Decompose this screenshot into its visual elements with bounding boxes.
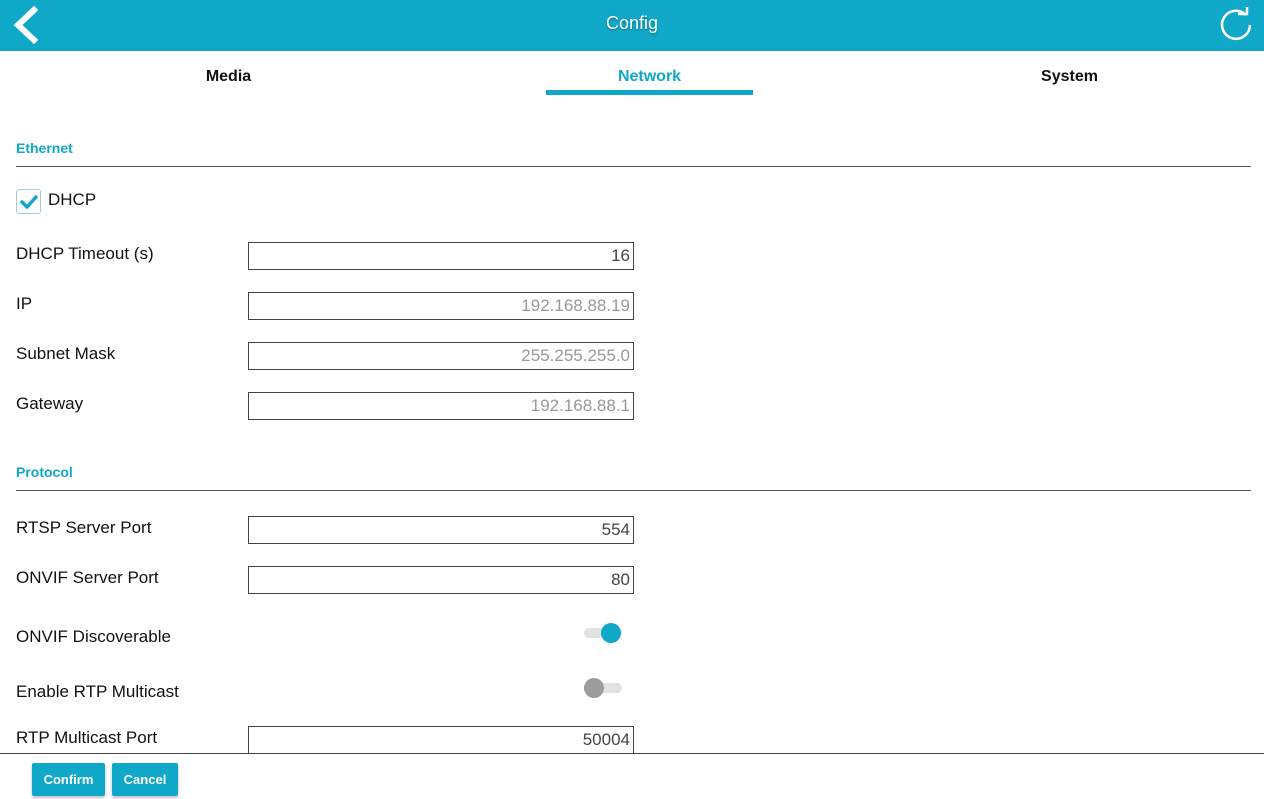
confirm-button[interactable]: Confirm	[32, 763, 105, 796]
tab-bar: Media Network System	[0, 51, 1264, 101]
ip-field[interactable]	[248, 292, 634, 320]
dhcp-timeout-label: DHCP Timeout (s)	[16, 244, 154, 263]
onvif-discoverable-toggle[interactable]	[584, 622, 622, 644]
footer-bar: Confirm Cancel	[0, 753, 1264, 799]
page-title: Config	[605, 13, 659, 33]
toggle-knob	[584, 678, 604, 698]
gateway-field[interactable]	[248, 392, 634, 420]
rtp-multicast-port-label: RTP Multicast Port	[16, 728, 158, 747]
dhcp-label: DHCP	[48, 190, 97, 209]
check-icon	[20, 195, 38, 209]
onvif-port-label: ONVIF Server Port	[16, 568, 159, 587]
rtp-multicast-port-field[interactable]	[248, 726, 634, 754]
subnet-mask-label: Subnet Mask	[16, 344, 116, 363]
title-bar: Config	[0, 0, 1264, 51]
onvif-discoverable-label: ONVIF Discoverable	[16, 627, 171, 646]
rtsp-port-label: RTSP Server Port	[16, 518, 152, 537]
divider	[16, 166, 1251, 167]
rtsp-port-field[interactable]	[248, 516, 634, 544]
refresh-icon[interactable]	[1218, 7, 1254, 43]
section-title-ethernet: Ethernet	[16, 140, 73, 156]
tab-network[interactable]: Network	[546, 51, 753, 95]
cancel-button[interactable]: Cancel	[112, 763, 178, 796]
dhcp-checkbox[interactable]	[16, 189, 41, 214]
subnet-mask-field[interactable]	[248, 342, 634, 370]
divider	[16, 490, 1251, 491]
tab-media[interactable]: Media	[125, 51, 332, 95]
rtp-multicast-toggle[interactable]	[584, 677, 622, 699]
dhcp-timeout-field[interactable]	[248, 242, 634, 270]
ip-label: IP	[16, 294, 33, 313]
gateway-label: Gateway	[16, 394, 84, 413]
section-title-protocol: Protocol	[16, 464, 73, 480]
tab-system[interactable]: System	[966, 51, 1173, 95]
rtp-multicast-label: Enable RTP Multicast	[16, 682, 179, 701]
toggle-knob	[601, 623, 621, 643]
onvif-port-field[interactable]	[248, 566, 634, 594]
